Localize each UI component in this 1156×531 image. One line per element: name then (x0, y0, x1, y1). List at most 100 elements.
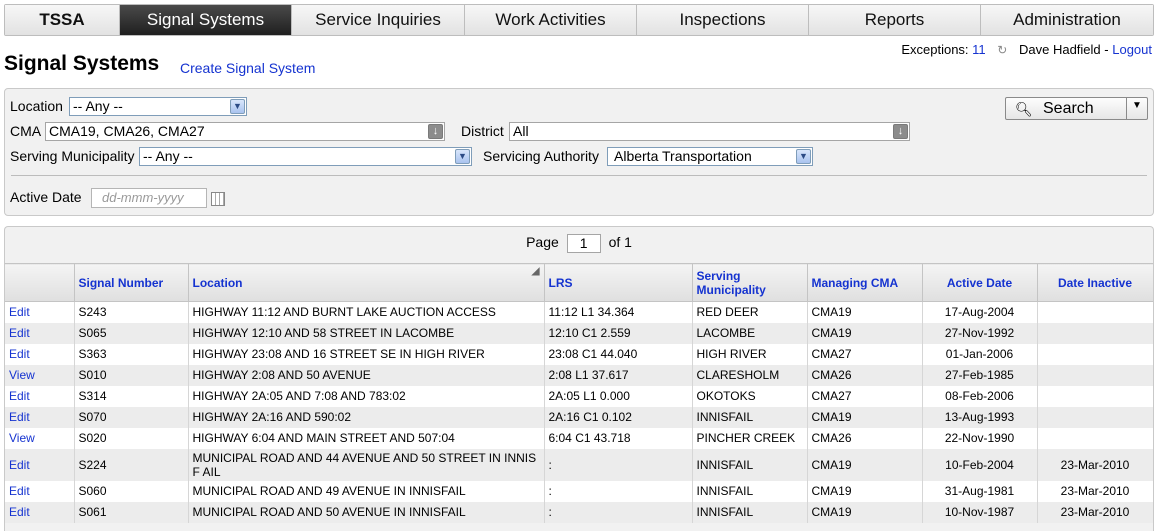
exceptions-count-link[interactable]: 11 (972, 42, 986, 57)
date-inactive-column-header[interactable]: Date Inactive (1037, 263, 1153, 302)
serving-municipality-value: -- Any -- (143, 148, 193, 164)
page-number-input[interactable]: 1 (566, 234, 601, 253)
municipality-cell: INNISFAIL (692, 501, 808, 523)
table-row: Edit S243 HIGHWAY 11:12 AND BURNT LAKE A… (5, 301, 1153, 323)
municipality-cell: INNISFAIL (692, 480, 808, 502)
row-action-link[interactable]: Edit (9, 389, 30, 403)
signal-number-cell: S061 (74, 501, 189, 523)
date-inactive-cell (1037, 301, 1153, 323)
location-cell: HIGHWAY 6:04 AND MAIN STREET AND 507:04 (188, 427, 545, 449)
cma-cell: CMA27 (807, 343, 923, 365)
signal-number-cell: S010 (74, 364, 189, 386)
signal-number-cell: S243 (74, 301, 189, 323)
chevron-down-icon: ▼ (796, 149, 811, 164)
search-button-label: Search (1043, 100, 1094, 117)
district-label: District (461, 123, 504, 139)
table-row: Edit S061 MUNICIPAL ROAD AND 50 AVENUE I… (5, 501, 1153, 523)
tab-tssa[interactable]: TSSA (5, 5, 120, 35)
row-action-link[interactable]: Edit (9, 458, 30, 472)
cma-cell: CMA19 (807, 322, 923, 344)
row-action-link[interactable]: View (9, 431, 35, 445)
pager: Page 1 of 1 (5, 234, 1153, 253)
cma-label: CMA (10, 123, 42, 139)
main-nav: TSSA Signal Systems Service Inquiries Wo… (4, 4, 1154, 36)
location-select-value: -- Any -- (73, 98, 123, 114)
results-panel: Page 1 of 1 Signal Number Location ◢ LRS … (4, 226, 1154, 531)
row-action-link[interactable]: Edit (9, 347, 30, 361)
page-of-label: of 1 (608, 234, 632, 251)
location-column-header[interactable]: Location ◢ (188, 263, 545, 302)
table-row: View S010 HIGHWAY 2:08 AND 50 AVENUE 2:0… (5, 364, 1153, 386)
action-column-header (5, 263, 75, 302)
cma-cell: CMA27 (807, 385, 923, 407)
active-date-cell: 27-Feb-1985 (922, 364, 1038, 386)
row-action-link[interactable]: Edit (9, 484, 30, 498)
servicing-authority-select[interactable]: Alberta Transportation ▼ (607, 147, 813, 166)
table-row: Edit S060 MUNICIPAL ROAD AND 49 AVENUE I… (5, 480, 1153, 502)
row-action-link[interactable]: Edit (9, 505, 30, 519)
chevron-down-icon: ▼ (455, 149, 470, 164)
date-inactive-cell: 23-Mar-2010 (1037, 448, 1153, 481)
tab-service-inquiries[interactable]: Service Inquiries (292, 5, 465, 35)
signal-number-cell: S020 (74, 427, 189, 449)
row-action-link[interactable]: View (9, 368, 35, 382)
date-inactive-cell (1037, 406, 1153, 428)
signal-number-cell: S065 (74, 322, 189, 344)
date-inactive-cell (1037, 322, 1153, 344)
tab-inspections[interactable]: Inspections (637, 5, 809, 35)
lrs-cell: 11:12 L1 34.364 (544, 301, 693, 323)
active-date-cell: 22-Nov-1990 (922, 427, 1038, 449)
search-options-dropdown-icon[interactable]: ▼ (1132, 100, 1142, 111)
cma-cell: CMA26 (807, 427, 923, 449)
chevron-down-icon: ▼ (230, 99, 245, 114)
serving-municipality-select[interactable]: -- Any -- ▼ (139, 147, 472, 166)
search-icon: 🔍︎ (1015, 101, 1033, 117)
active-date-cell: 31-Aug-1981 (922, 480, 1038, 502)
row-action-link[interactable]: Edit (9, 326, 30, 340)
active-date-cell: 10-Nov-1987 (922, 501, 1038, 523)
table-row: Edit S065 HIGHWAY 12:10 AND 58 STREET IN… (5, 322, 1153, 344)
tab-signal-systems[interactable]: Signal Systems (120, 5, 292, 35)
active-date-cell: 10-Feb-2004 (922, 448, 1038, 481)
table-body: Edit S243 HIGHWAY 11:12 AND BURNT LAKE A… (5, 301, 1153, 523)
active-date-column-header[interactable]: Active Date (922, 263, 1038, 302)
user-name: Dave Hadfield (1018, 42, 1101, 57)
search-button[interactable]: 🔍︎ Search ▼ (1005, 97, 1148, 120)
cma-select[interactable]: CMA19, CMA26, CMA27 ↓ (45, 122, 445, 141)
row-action-link[interactable]: Edit (9, 305, 30, 319)
active-date-cell: 13-Aug-1993 (922, 406, 1038, 428)
create-signal-system-link[interactable]: Create Signal System (180, 60, 315, 76)
serving-municipality-column-header[interactable]: Serving Municipality (692, 263, 808, 302)
lrs-cell: 12:10 C1 2.559 (544, 322, 693, 344)
table-header-row: Signal Number Location ◢ LRS Serving Muni… (5, 263, 1153, 302)
calendar-icon[interactable] (211, 192, 225, 206)
cma-select-value: CMA19, CMA26, CMA27 (49, 123, 205, 139)
cma-cell: CMA19 (807, 480, 923, 502)
lrs-cell: : (544, 448, 693, 481)
lrs-cell: 6:04 C1 43.718 (544, 427, 693, 449)
serving-municipality-label: Serving Municipality (10, 148, 135, 164)
logout-link[interactable]: Logout (1112, 42, 1152, 57)
tab-work-activities[interactable]: Work Activities (465, 5, 637, 35)
signal-number-column-header[interactable]: Signal Number (74, 263, 189, 302)
refresh-icon[interactable]: ↻ (997, 43, 1007, 57)
managing-cma-column-header[interactable]: Managing CMA (807, 263, 923, 302)
cma-cell: CMA19 (807, 406, 923, 428)
lrs-cell: 2A:16 C1 0.102 (544, 406, 693, 428)
district-select[interactable]: All ↓ (509, 122, 910, 141)
active-date-cell: 01-Jan-2006 (922, 343, 1038, 365)
table-row: Edit S224 MUNICIPAL ROAD AND 44 AVENUE A… (5, 448, 1153, 481)
lrs-column-header[interactable]: LRS (544, 263, 693, 302)
tab-administration[interactable]: Administration (981, 5, 1153, 35)
date-inactive-cell: 23-Mar-2010 (1037, 501, 1153, 523)
location-cell: MUNICIPAL ROAD AND 44 AVENUE AND 50 STRE… (188, 448, 545, 481)
location-select[interactable]: -- Any -- ▼ (69, 97, 247, 116)
row-action-link[interactable]: Edit (9, 410, 30, 424)
location-column-header-label: Location (192, 275, 243, 290)
signal-number-cell: S224 (74, 448, 189, 481)
date-inactive-cell (1037, 364, 1153, 386)
location-cell: HIGHWAY 2A:16 AND 590:02 (188, 406, 545, 428)
active-date-input[interactable]: dd-mmm-yyyy (91, 188, 207, 208)
tab-reports[interactable]: Reports (809, 5, 981, 35)
location-cell: MUNICIPAL ROAD AND 50 AVENUE IN INNISFAI… (188, 501, 545, 523)
